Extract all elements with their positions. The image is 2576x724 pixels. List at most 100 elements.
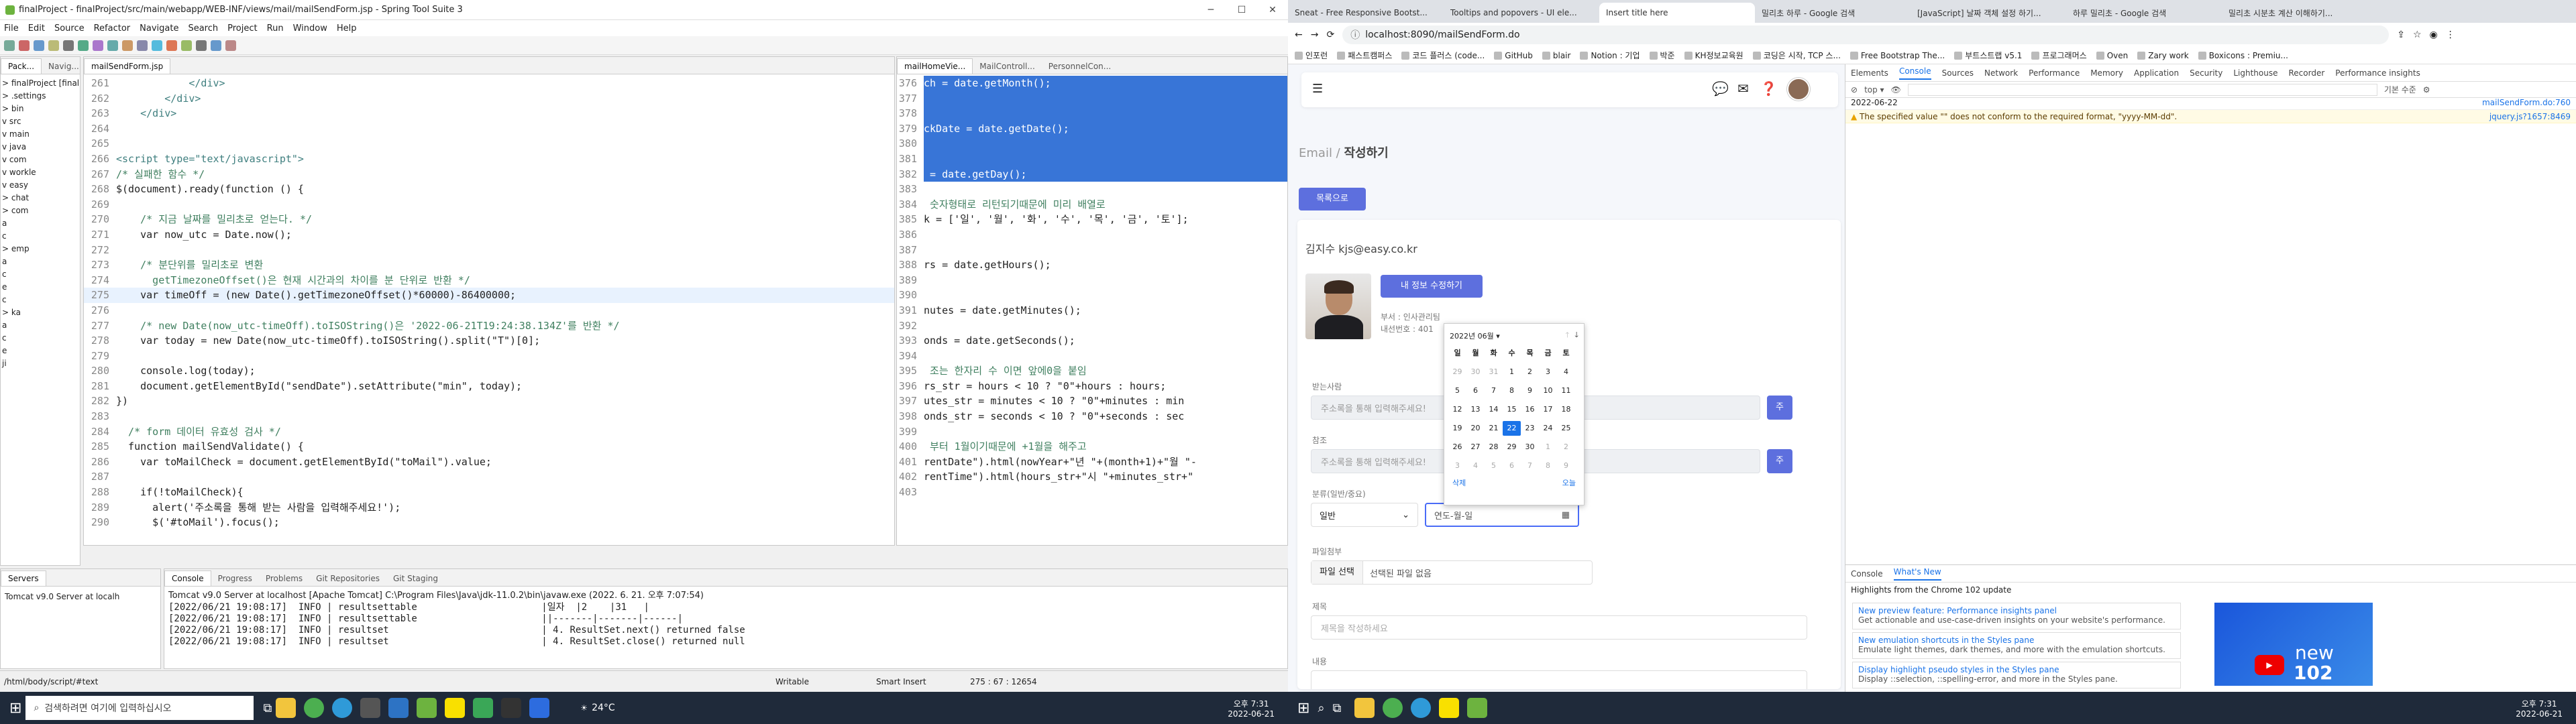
bookmark-item[interactable]: 부트스트랩 v5.1: [1954, 50, 2022, 61]
next-month-icon[interactable]: 🡓: [1574, 330, 1578, 339]
news-title[interactable]: New preview feature: Performance insight…: [1858, 606, 2175, 615]
menu-item-window[interactable]: Window: [293, 23, 327, 34]
breadcrumb-prefix[interactable]: Email /: [1299, 146, 1340, 160]
tree-item[interactable]: > .settings: [2, 90, 78, 103]
calendar-today-button[interactable]: 오늘: [1562, 477, 1576, 488]
maximize-icon[interactable]: ☐: [1226, 0, 1257, 20]
calendar-day[interactable]: 14: [1485, 402, 1503, 417]
news-item[interactable]: New preview feature: Performance insight…: [1852, 603, 2181, 629]
calendar-day[interactable]: 17: [1539, 402, 1557, 417]
menu-item-project[interactable]: Project: [227, 23, 257, 34]
tab-personnelcontroller[interactable]: PersonnelCon...: [1042, 59, 1118, 74]
bookmark-item[interactable]: Free Bootstrap The...: [1850, 51, 1945, 60]
tree-item[interactable]: > finalProject [finalProject]: [2, 77, 80, 90]
calendar-month-select[interactable]: 2022년 06월 ▾: [1450, 330, 1500, 341]
cc-address-button[interactable]: 주: [1767, 449, 1792, 473]
tree-item[interactable]: a: [2, 255, 78, 268]
calendar-day[interactable]: 29: [1503, 440, 1521, 455]
calendar-day[interactable]: 11: [1557, 383, 1575, 398]
tab-progress[interactable]: Progress: [211, 571, 259, 586]
toolbar-icon-15[interactable]: [225, 40, 236, 51]
calendar-day[interactable]: 25: [1557, 421, 1575, 436]
taskview-icon[interactable]: ⧉: [263, 701, 272, 715]
tab-git-staging[interactable]: Git Staging: [386, 571, 445, 586]
clock-left[interactable]: 오후 7:31 2022-06-21: [1228, 698, 1275, 719]
app-icon-dark[interactable]: [501, 698, 522, 718]
chrome-icon[interactable]: [304, 698, 325, 718]
calendar-day[interactable]: 4: [1466, 459, 1485, 473]
news-title[interactable]: New emulation shortcuts in the Styles pa…: [1858, 636, 2175, 645]
toolbar-icon-11[interactable]: [166, 40, 177, 51]
close-icon[interactable]: ✕: [1257, 0, 1288, 20]
calendar-day[interactable]: 5: [1485, 459, 1503, 473]
browser-tab[interactable]: 밀리초 하루 - Google 검색: [1755, 3, 1911, 23]
kakaotalk-icon-2[interactable]: [1439, 698, 1460, 718]
calendar-day[interactable]: 6: [1466, 383, 1485, 398]
toolbar-icon-13[interactable]: [196, 40, 207, 51]
bookmark-item[interactable]: Oven: [2096, 51, 2129, 60]
whatsnew-video[interactable]: new 102 ▶: [2214, 603, 2373, 686]
server-item[interactable]: Tomcat v9.0 Server at localh: [1, 587, 160, 607]
browser-tab[interactable]: Sneat - Free Responsive Bootst...: [1288, 3, 1444, 23]
toolbar-icon-14[interactable]: [211, 40, 221, 51]
menu-item-run[interactable]: Run: [267, 23, 284, 34]
devtools-tab[interactable]: Sources: [1942, 68, 1974, 78]
tree-item[interactable]: c: [2, 332, 78, 345]
tree-item[interactable]: c: [2, 294, 78, 306]
devtools-tab[interactable]: Security: [2190, 68, 2222, 78]
toolbar-icon-12[interactable]: [181, 40, 192, 51]
devtools-tab[interactable]: Lighthouse: [2233, 68, 2277, 78]
calendar-day[interactable]: 16: [1521, 402, 1539, 417]
tab-mailcontroller[interactable]: MailControll...: [973, 59, 1042, 74]
bookmark-item[interactable]: Notion : 기업: [1580, 50, 1640, 61]
tree-item[interactable]: e: [2, 281, 78, 294]
edge-icon-2[interactable]: [1411, 698, 1432, 718]
calendar-delete-button[interactable]: 삭제: [1452, 477, 1466, 488]
warning-source[interactable]: jquery.js?1657:8469: [2489, 112, 2571, 121]
explorer-icon[interactable]: [276, 698, 297, 718]
toolbar-icon-5[interactable]: [78, 40, 89, 51]
hamburger-icon[interactable]: ☰: [1312, 82, 1323, 96]
store-icon[interactable]: [360, 698, 381, 718]
news-title[interactable]: Display highlight pseudo styles in the S…: [1858, 665, 2175, 674]
calendar-day[interactable]: 21: [1485, 421, 1503, 436]
file-choose-button[interactable]: 파일 선택: [1311, 561, 1363, 584]
menu-item-file[interactable]: File: [4, 23, 19, 34]
calendar-day[interactable]: 3: [1448, 459, 1466, 473]
calendar-day[interactable]: 27: [1466, 440, 1485, 455]
devtools-tab[interactable]: Performance: [2029, 68, 2080, 78]
tree-item[interactable]: ji: [2, 357, 78, 370]
code-area-2[interactable]: 376 ch = date.getMonth(); 377 378 379 ckDate …: [897, 74, 1287, 500]
edge-icon[interactable]: [332, 698, 353, 718]
bookmark-item[interactable]: Boxicons : Premiu...: [2198, 51, 2288, 60]
clear-console-icon[interactable]: ⊘: [1851, 85, 1858, 95]
search-icon-2[interactable]: ⌕: [1318, 701, 1324, 715]
send-date-input[interactable]: 연도-월-일 ▦: [1425, 503, 1579, 527]
prev-month-icon[interactable]: 🡑: [1566, 330, 1570, 339]
tab-mailsendform[interactable]: mailSendForm.jsp: [84, 58, 171, 74]
toolbar-icon-8[interactable]: [122, 40, 133, 51]
calendar-day[interactable]: 29: [1448, 365, 1466, 379]
mail-icon[interactable]: ✉: [1737, 80, 1749, 97]
filter-input[interactable]: [1907, 83, 2377, 96]
tab-problems[interactable]: Problems: [259, 571, 309, 586]
to-address-button[interactable]: 주: [1767, 396, 1792, 420]
tree-item[interactable]: a: [2, 217, 78, 230]
calendar-day[interactable]: 24: [1539, 421, 1557, 436]
photos-icon[interactable]: [388, 698, 409, 718]
toolbar-icon-6[interactable]: [93, 40, 103, 51]
calendar-day[interactable]: 6: [1503, 459, 1521, 473]
bookmark-item[interactable]: GitHub: [1494, 51, 1533, 60]
toolbar-icon-1[interactable]: [19, 40, 30, 51]
bookmark-item[interactable]: 코드 플러스 (code...: [1401, 50, 1485, 61]
bookmark-item[interactable]: 패스트캠퍼스: [1337, 50, 1392, 61]
browser-tab[interactable]: 밀리초 시분초 계산 이해하기...: [2222, 3, 2377, 23]
calendar-day[interactable]: 30: [1521, 440, 1539, 455]
tab-mailhomeview[interactable]: mailHomeVie...: [897, 58, 973, 74]
tree-item[interactable]: > chat: [2, 192, 78, 204]
app-icon-blue[interactable]: [529, 698, 550, 718]
calendar-day-selected[interactable]: 22: [1503, 421, 1521, 436]
log-source[interactable]: mailSendForm.do:760: [2482, 98, 2571, 109]
taskview-icon-2[interactable]: ⧉: [1333, 701, 1342, 715]
menu-item-navigate[interactable]: Navigate: [140, 23, 178, 34]
